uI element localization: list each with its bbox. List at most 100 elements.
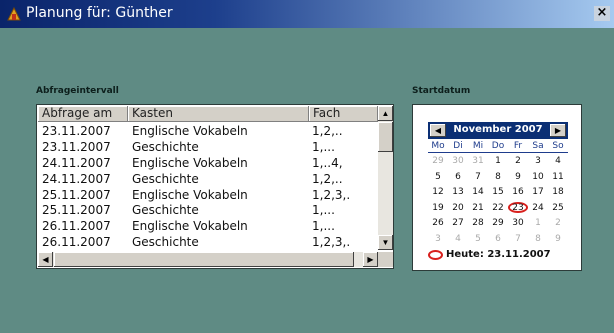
cell-date: 25.11.2007 xyxy=(42,203,111,218)
cell-date: 24.11.2007 xyxy=(42,171,111,186)
cell-date: 26.11.2007 xyxy=(42,219,111,234)
calendar-day[interactable]: 23 xyxy=(508,203,528,213)
calendar-day[interactable]: 2 xyxy=(548,218,568,228)
today-link[interactable]: Heute: 23.11.2007 xyxy=(428,249,578,263)
calendar-day[interactable]: 7 xyxy=(508,234,528,244)
vertical-scroll-thumb[interactable] xyxy=(378,122,393,152)
calendar-day[interactable]: 22 xyxy=(488,203,508,213)
calendar-day[interactable]: 16 xyxy=(508,187,528,197)
close-button[interactable]: × xyxy=(594,6,610,21)
table-row[interactable]: 23.11.2007 Geschichte 1,... xyxy=(38,139,378,155)
calendar-day[interactable]: 10 xyxy=(528,172,548,182)
calendar-day[interactable]: 13 xyxy=(448,187,468,197)
cell-box: Englische Vokabeln xyxy=(132,187,248,202)
calendar-day[interactable]: 29 xyxy=(428,156,448,166)
cell-compartment: 1,..4, xyxy=(312,155,343,170)
start-date-calendar[interactable]: ◀ November 2007 ▶ Mo Di Mi Do Fr Sa So 29 30 31 1 2… xyxy=(412,104,582,271)
weekday-label: So xyxy=(552,141,564,151)
cell-date: 26.11.2007 xyxy=(42,235,111,250)
cell-compartment: 1,2,.. xyxy=(312,124,343,138)
scrollbar-corner xyxy=(378,252,393,267)
calendar-header: ◀ November 2007 ▶ xyxy=(428,122,568,139)
cell-box: Geschichte xyxy=(132,139,199,154)
cell-compartment: 1,2,3,. xyxy=(312,187,351,202)
table-row[interactable]: 26.11.2007 Geschichte 1,2,3,. xyxy=(38,234,378,250)
column-header-compartment[interactable]: Fach xyxy=(309,106,378,122)
calendar-day[interactable]: 7 xyxy=(468,172,488,182)
calendar-day[interactable]: 31 xyxy=(468,156,488,166)
arrow-right-icon[interactable]: ▶ xyxy=(363,252,378,267)
column-header-date[interactable]: Abfrage am xyxy=(38,106,128,122)
table-row[interactable]: 25.11.2007 Geschichte 1,... xyxy=(38,202,378,218)
arrow-up-icon[interactable]: ▲ xyxy=(378,106,393,121)
title-bar: Planung für: Günther × xyxy=(0,0,614,28)
cell-box: Geschichte xyxy=(132,235,199,250)
window-title: Planung für: Günther xyxy=(26,5,173,21)
calendar-day[interactable]: 4 xyxy=(448,234,468,244)
today-marker-icon xyxy=(428,250,443,260)
calendar-day[interactable]: 18 xyxy=(548,187,568,197)
calendar-day[interactable]: 30 xyxy=(508,218,528,228)
calendar-day[interactable]: 17 xyxy=(528,187,548,197)
weekday-label: Di xyxy=(453,141,463,151)
calendar-day[interactable]: 19 xyxy=(428,203,448,213)
calendar-day[interactable]: 26 xyxy=(428,218,448,228)
calendar-day[interactable]: 6 xyxy=(488,234,508,244)
calendar-day[interactable]: 28 xyxy=(468,218,488,228)
calendar-day[interactable]: 8 xyxy=(528,234,548,244)
arrow-down-icon[interactable]: ▼ xyxy=(378,235,393,250)
table-row[interactable]: 24.11.2007 Geschichte 1,2,.. xyxy=(38,171,378,187)
calendar-day[interactable]: 5 xyxy=(428,172,448,182)
table-row[interactable]: 25.11.2007 Englische Vokabeln 1,2,3,. xyxy=(38,187,378,203)
calendar-day[interactable]: 6 xyxy=(448,172,468,182)
calendar-day[interactable]: 24 xyxy=(528,203,548,213)
calendar-day[interactable]: 4 xyxy=(548,156,568,166)
weekday-divider xyxy=(428,152,568,153)
cell-compartment: 1,... xyxy=(312,203,335,218)
calendar-day[interactable]: 1 xyxy=(528,218,548,228)
calendar-day[interactable]: 5 xyxy=(468,234,488,244)
calendar-day[interactable]: 9 xyxy=(548,234,568,244)
cell-box: Geschichte xyxy=(132,203,199,218)
calendar-day[interactable]: 12 xyxy=(428,187,448,197)
weekday-label: Mi xyxy=(472,141,484,151)
table-row[interactable]: 23.11.2007 Englische Vokabeln 1,2,.. xyxy=(38,123,378,139)
next-month-button[interactable]: ▶ xyxy=(550,124,566,137)
calendar-day[interactable]: 14 xyxy=(468,187,488,197)
calendar-day[interactable]: 21 xyxy=(468,203,488,213)
table-row[interactable]: 26.11.2007 Englische Vokabeln 1,... xyxy=(38,218,378,234)
vertical-scrollbar[interactable]: ▲ ▼ xyxy=(378,106,393,250)
arrow-left-icon[interactable]: ◀ xyxy=(38,252,53,267)
cell-box: Geschichte xyxy=(132,171,199,186)
cell-box: Englische Vokabeln xyxy=(132,124,248,138)
horizontal-scroll-thumb[interactable] xyxy=(54,252,354,267)
calendar-day[interactable]: 1 xyxy=(488,156,508,166)
column-header-box[interactable]: Kasten xyxy=(128,106,309,122)
weekday-label: Sa xyxy=(532,141,544,151)
calendar-day[interactable]: 3 xyxy=(428,234,448,244)
calendar-day[interactable]: 3 xyxy=(528,156,548,166)
calendar-day[interactable]: 20 xyxy=(448,203,468,213)
cell-date: 23.11.2007 xyxy=(42,139,111,154)
calendar-day[interactable]: 8 xyxy=(488,172,508,182)
cell-compartment: 1,2,.. xyxy=(312,171,343,186)
table-row[interactable]: 24.11.2007 Englische Vokabeln 1,..4, xyxy=(38,155,378,171)
calendar-day[interactable]: 27 xyxy=(448,218,468,228)
cell-date: 24.11.2007 xyxy=(42,155,111,170)
cell-date: 25.11.2007 xyxy=(42,187,111,202)
calendar-day[interactable]: 11 xyxy=(548,172,568,182)
previous-month-button[interactable]: ◀ xyxy=(430,124,446,137)
schedule-rows: 23.11.2007 Englische Vokabeln 1,2,.. 23.11.… xyxy=(38,123,378,250)
interval-section-label: Abfrageintervall xyxy=(36,86,119,96)
calendar-day[interactable]: 2 xyxy=(508,156,528,166)
calendar-day[interactable]: 15 xyxy=(488,187,508,197)
weekday-label: Mo xyxy=(431,141,445,151)
calendar-day[interactable]: 25 xyxy=(548,203,568,213)
schedule-list[interactable]: Abfrage am Kasten Fach 23.11.2007 Englisc… xyxy=(36,104,394,269)
today-label: Heute: 23.11.2007 xyxy=(446,249,551,260)
app-icon xyxy=(7,6,21,21)
calendar-day[interactable]: 29 xyxy=(488,218,508,228)
horizontal-scrollbar[interactable]: ◀ ▶ xyxy=(38,252,378,267)
calendar-day[interactable]: 30 xyxy=(448,156,468,166)
calendar-day[interactable]: 9 xyxy=(508,172,528,182)
